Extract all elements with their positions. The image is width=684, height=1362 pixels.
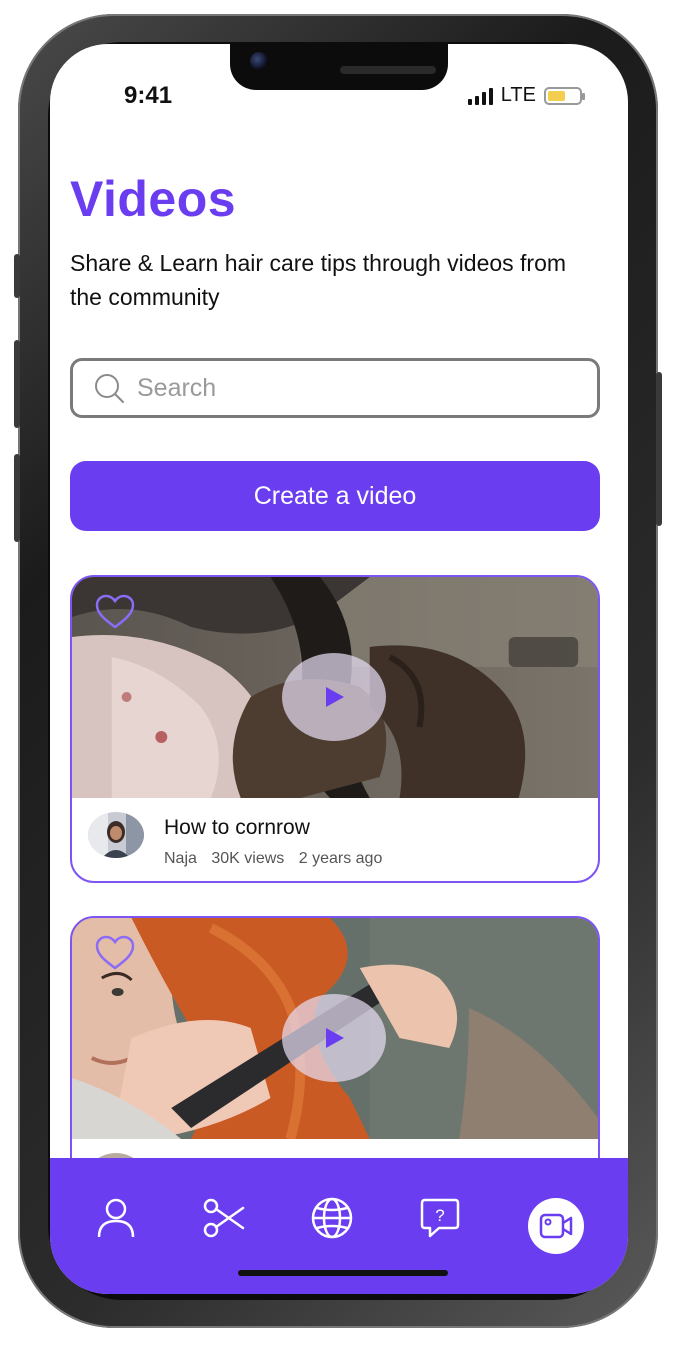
mute-switch [14,254,20,298]
video-views: 30K views [211,850,285,867]
tab-questions[interactable]: ? [412,1190,468,1246]
screen: 9:41 LTE Videos Share & Learn hair care … [50,44,628,1294]
video-meta: How to cornrow Naja 30K views 2 years ag… [72,798,598,881]
scissors-icon [203,1198,245,1238]
play-button[interactable] [282,653,386,741]
front-camera [250,52,268,70]
play-icon [326,687,344,707]
signal-icon [467,87,493,105]
page-title: Videos [70,171,237,227]
video-author[interactable]: Naja [164,850,197,867]
bottom-tab-bar: ? [50,1158,628,1294]
video-camera-icon [539,1213,573,1239]
tab-profile[interactable] [88,1190,144,1246]
question-chat-icon: ? [420,1198,460,1238]
avatar [88,812,144,858]
battery-icon [544,86,585,105]
search-bar[interactable] [70,358,600,418]
globe-icon [311,1197,353,1239]
page-subtitle: Share & Learn hair care tips through vid… [70,250,567,310]
volume-down-button [14,454,20,542]
status-time: 9:41 [124,82,173,109]
tab-hairstyles[interactable] [196,1190,252,1246]
home-indicator [238,1270,448,1276]
video-subline: Naja 30K views 2 years ago [164,850,392,868]
heart-icon[interactable] [94,593,136,631]
status-indicators: LTE [467,84,585,107]
play-icon [326,1028,344,1048]
search-icon [95,374,124,403]
video-card[interactable]: How to cornrow Naja 30K views 2 years ag… [70,575,600,883]
create-video-button[interactable]: Create a video [70,461,600,531]
earpiece-speaker [340,66,436,74]
video-title[interactable]: How to cornrow [164,816,310,840]
network-label: LTE [500,84,536,106]
svg-text:?: ? [435,1206,444,1225]
volume-up-button [14,340,20,428]
tab-explore[interactable] [304,1190,360,1246]
video-age: 2 years ago [298,850,383,867]
tab-videos[interactable] [528,1198,584,1254]
heart-icon[interactable] [94,934,136,972]
search-input[interactable] [135,372,579,404]
power-button [656,372,662,526]
play-button[interactable] [282,994,386,1082]
person-icon [97,1198,135,1238]
